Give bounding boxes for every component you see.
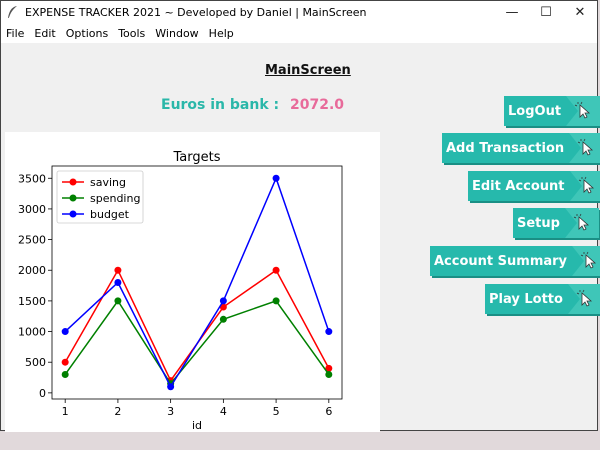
bank-label: Euros in bank : [161, 97, 280, 113]
data-point-budget [325, 328, 333, 336]
close-button[interactable]: ✕ [563, 1, 597, 23]
bank-balance: Euros in bank : 2072.0 [161, 97, 344, 113]
x-tick-label: 6 [325, 405, 332, 418]
y-tick-label: 0 [39, 387, 46, 400]
add-transaction-button[interactable]: Add Transaction [442, 133, 600, 163]
data-point-spending [272, 297, 280, 305]
title-bar[interactable]: EXPENSE TRACKER 2021 ~ Developed by Dani… [1, 1, 597, 23]
window-title: EXPENSE TRACKER 2021 ~ Developed by Dani… [25, 5, 367, 19]
x-tick-label: 4 [220, 405, 227, 418]
cursor-click-icon [571, 246, 600, 276]
edit-account-label: Edit Account [468, 171, 569, 201]
x-tick-label: 2 [114, 405, 121, 418]
play-lotto-label: Play Lotto [485, 284, 567, 314]
legend-label-spending: spending [90, 192, 140, 205]
targets-chart: Targets 0 500 1000 1500 2000 2500 3000 3500 1 2 3 4 5… [18, 150, 343, 432]
logout-label: LogOut [504, 96, 566, 126]
x-tick-label: 1 [62, 405, 69, 418]
menu-help[interactable]: Help [204, 27, 239, 40]
setup-label: Setup [513, 208, 564, 238]
cursor-click-icon [563, 208, 599, 238]
cursor-click-icon [566, 284, 600, 314]
minimize-button[interactable]: — [495, 1, 529, 23]
logout-button[interactable]: LogOut [504, 96, 600, 126]
menu-edit[interactable]: Edit [29, 27, 60, 40]
feather-icon [8, 6, 17, 19]
data-point-spending [219, 315, 227, 323]
x-axis-label: id [192, 419, 202, 432]
page-title: MainScreen [265, 63, 351, 78]
data-point-budget [114, 279, 122, 286]
data-point-budget [272, 174, 280, 182]
menu-options[interactable]: Options [61, 27, 113, 40]
chart-title: Targets [173, 150, 221, 165]
legend-label-saving: saving [90, 176, 126, 189]
data-point-spending [61, 370, 69, 378]
data-point-budget [61, 328, 69, 336]
series-line-saving [64, 268, 330, 383]
edit-account-button[interactable]: Edit Account [468, 171, 600, 201]
play-lotto-button[interactable]: Play Lotto [485, 284, 600, 314]
data-point-spending [114, 297, 122, 305]
legend-label-budget: budget [90, 208, 130, 221]
maximize-button[interactable]: ☐ [529, 1, 563, 23]
app-window: EXPENSE TRACKER 2021 ~ Developed by Dani… [0, 0, 600, 432]
bank-value: 2072.0 [290, 97, 345, 113]
data-point-saving [114, 266, 122, 274]
setup-button[interactable]: Setup [513, 208, 599, 238]
y-tick-label: 500 [25, 356, 46, 369]
y-tick-label: 3000 [18, 203, 46, 216]
cursor-click-icon [568, 171, 600, 201]
data-point-saving [61, 358, 69, 366]
account-summary-label: Account Summary [430, 246, 572, 276]
x-tick-label: 5 [273, 405, 280, 418]
account-summary-button[interactable]: Account Summary [430, 246, 600, 276]
cursor-click-icon [565, 96, 600, 126]
menu-window[interactable]: Window [150, 27, 203, 40]
data-point-saving [272, 266, 280, 274]
legend-marker-spending [69, 194, 77, 202]
menu-bar: File Edit Options Tools Window Help [1, 23, 597, 43]
data-point-budget [167, 383, 175, 391]
y-tick-label: 2500 [18, 234, 46, 247]
y-tick-label: 3500 [18, 172, 46, 185]
y-tick-label: 1500 [18, 295, 46, 308]
menu-file[interactable]: File [1, 27, 29, 40]
legend-marker-budget [69, 210, 77, 218]
add-transaction-label: Add Transaction [442, 133, 569, 163]
menu-tools[interactable]: Tools [113, 27, 150, 40]
x-tick-label: 3 [167, 405, 174, 418]
y-tick-label: 1000 [18, 326, 46, 339]
legend-marker-saving [69, 178, 77, 186]
data-point-spending [325, 370, 333, 378]
cursor-click-icon [568, 133, 600, 163]
series-line-spending [64, 299, 330, 385]
chart-panel: Targets 0 500 1000 1500 2000 2500 3000 3500 1 2 3 4 5… [5, 132, 380, 432]
y-tick-label: 2000 [18, 264, 46, 277]
data-point-budget [219, 297, 227, 305]
